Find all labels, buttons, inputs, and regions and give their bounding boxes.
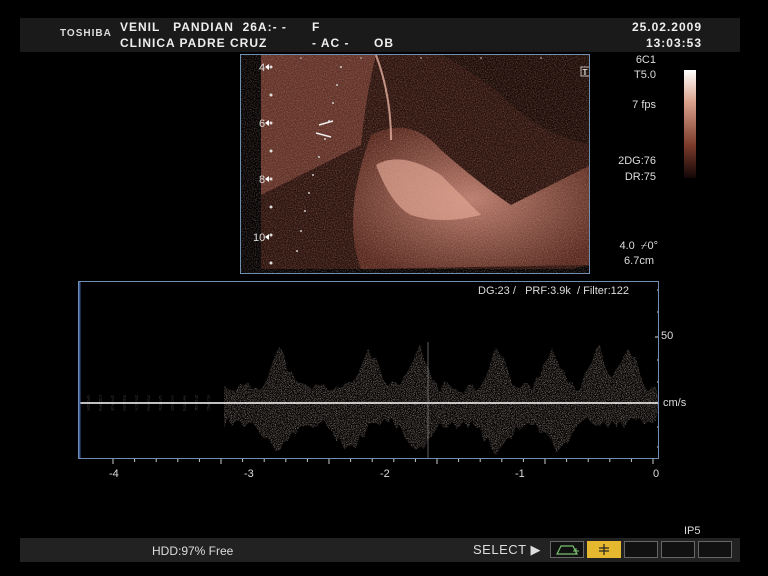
doppler-spectrum-canvas: DG:23 / PRF:3.9k / Filter:122 bbox=[79, 282, 658, 458]
depth-label-4: 4 bbox=[259, 62, 265, 74]
time-label-minus-3: -3 bbox=[244, 468, 254, 480]
clinic-name: CLINICA PADRE CRUZ bbox=[120, 36, 268, 50]
orientation-marker: T bbox=[583, 68, 588, 77]
select-button-5[interactable] bbox=[698, 541, 732, 558]
depth-label: 6.7cm bbox=[624, 255, 654, 267]
angle-label: 4.0 ⌿0° bbox=[619, 240, 658, 252]
time-label-0: 0 bbox=[653, 468, 659, 480]
frame-rate-label: 7 fps bbox=[632, 99, 656, 111]
depth-label-10: 10 bbox=[253, 232, 265, 244]
bmode-image[interactable]: 4 6 8 10 T bbox=[240, 54, 590, 274]
mode-indicator: IP5 bbox=[684, 525, 701, 537]
exam-date: 25.02.2009 bbox=[631, 20, 702, 34]
select-button-baseline[interactable] bbox=[587, 541, 621, 558]
depth-label-8: 8 bbox=[259, 174, 265, 186]
gain-2d-label: 2DG:76 bbox=[618, 155, 656, 167]
time-label-minus-2: -2 bbox=[380, 468, 390, 480]
exam-time: 13:03:53 bbox=[645, 36, 702, 50]
select-button-display[interactable] bbox=[550, 541, 584, 558]
time-label-minus-1: -1 bbox=[515, 468, 525, 480]
status-bar: HDD:97% Free SELECT ▶ bbox=[20, 538, 740, 562]
time-label-minus-4: -4 bbox=[109, 468, 119, 480]
brand-logo: TOSHIBA bbox=[60, 28, 112, 39]
velocity-unit: cm/s bbox=[663, 397, 687, 409]
doppler-params: DG:23 / PRF:3.9k / Filter:122 bbox=[478, 285, 629, 297]
select-button-3[interactable] bbox=[624, 541, 658, 558]
patient-sex: F bbox=[312, 20, 321, 34]
baseline-shift-icon bbox=[599, 544, 609, 555]
depth-label-6: 6 bbox=[259, 118, 265, 130]
velocity-scale-label: 50 bbox=[661, 330, 674, 342]
select-label: SELECT ▶ bbox=[473, 542, 541, 557]
ac-indicator: - AC - bbox=[312, 36, 350, 50]
display-mode-icon bbox=[556, 545, 579, 555]
doppler-spectrum[interactable]: DG:23 / PRF:3.9k / Filter:122 bbox=[78, 281, 659, 459]
time-axis: -4 -3 -2 -1 0 bbox=[109, 459, 659, 480]
select-button-4[interactable] bbox=[661, 541, 695, 558]
probe-label: 6C1 bbox=[635, 54, 656, 66]
exam-type: OB bbox=[374, 36, 394, 50]
header-bar: TOSHIBA VENIL PANDIAN 26A:- - F CLINICA … bbox=[20, 18, 740, 52]
gray-scale-bar bbox=[684, 70, 696, 178]
patient-name: VENIL PANDIAN 26A:- - bbox=[120, 20, 287, 34]
frequency-label: T5.0 bbox=[633, 69, 656, 81]
dynamic-range-label: DR:75 bbox=[624, 171, 656, 183]
hdd-status: HDD:97% Free bbox=[152, 544, 234, 558]
bmode-image-canvas: 4 6 8 10 T bbox=[241, 55, 589, 273]
